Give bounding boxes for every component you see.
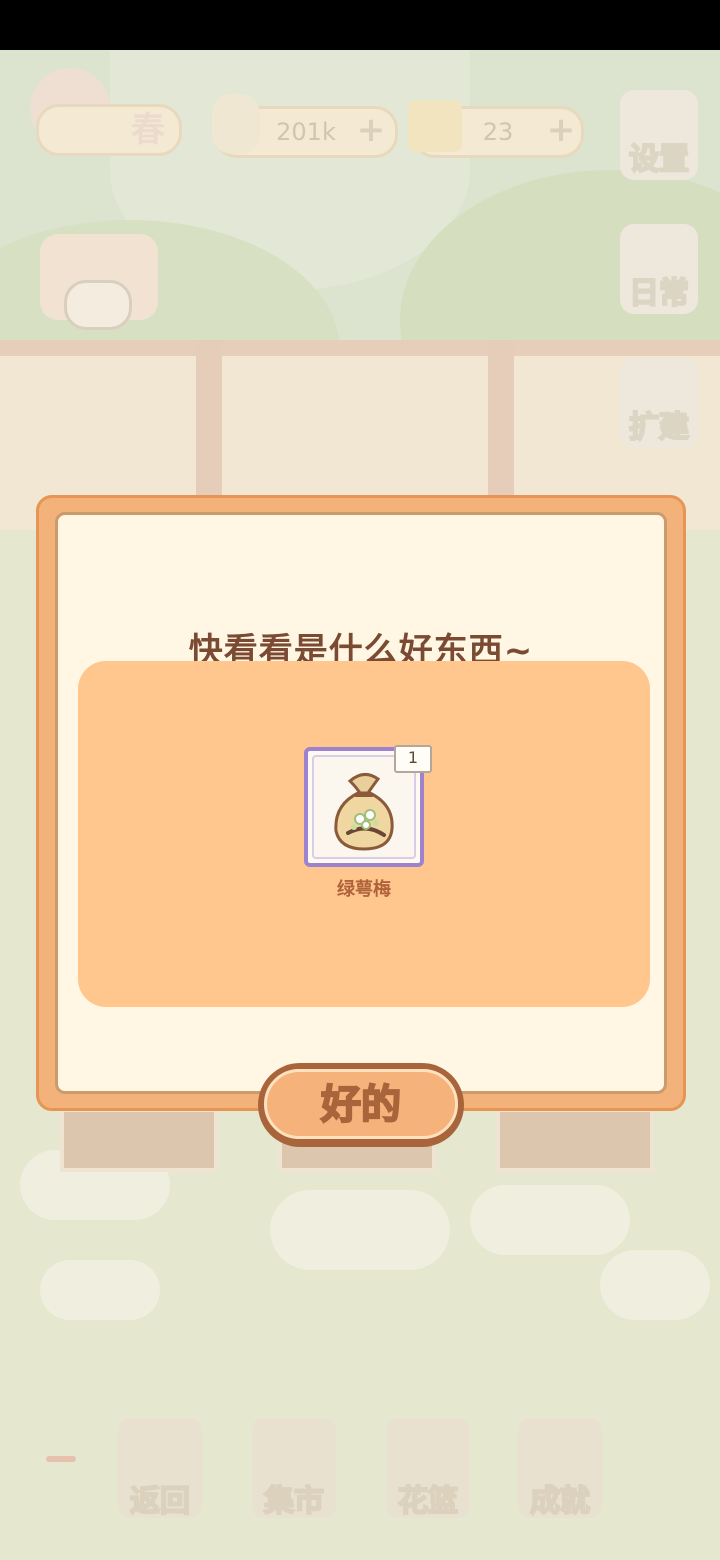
reward-count-badge: 1 — [394, 745, 432, 773]
confirm-button-label: 好的 — [320, 1081, 402, 1129]
confirm-button[interactable]: 好的 — [258, 1063, 464, 1147]
reward-dialog: 快看看是什么好东西~ 1 绿萼梅 — [36, 495, 686, 1111]
reward-item-name: 绿萼梅 — [337, 879, 391, 900]
reward-dialog-body: 快看看是什么好东西~ 1 绿萼梅 — [55, 512, 667, 1094]
status-bar — [0, 0, 720, 50]
reward-panel: 1 绿萼梅 — [78, 661, 650, 1007]
